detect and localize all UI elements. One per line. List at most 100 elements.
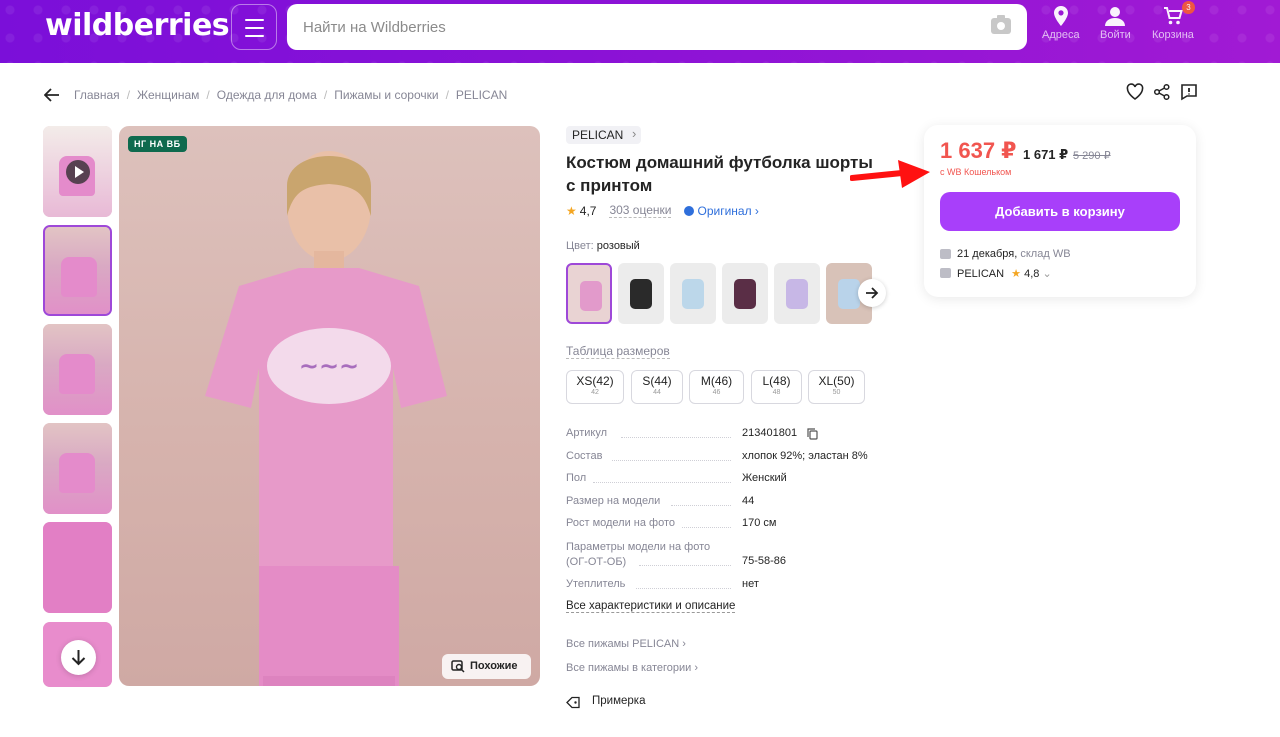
swatch-fill [786,279,808,309]
color-swatch[interactable] [722,263,768,324]
swatches-next-button[interactable] [858,279,886,307]
rating-row: ★ 4,7 303 оценки Оригинал › [566,203,759,218]
swatch-fill [580,281,602,311]
color-swatch[interactable] [670,263,716,324]
brand-chip[interactable]: PELICAN [566,125,642,144]
star-icon: ★ [1011,268,1022,280]
breadcrumb-item[interactable]: Женщинам [137,88,199,102]
star-icon: ★ [566,203,577,218]
cart-button[interactable]: 3 Корзина [1152,1,1195,41]
similar-label: Похожие [470,660,518,672]
spec-key-line2: (ОГ-ОТ-ОБ) [566,556,627,568]
breadcrumb: Главная / Женщинам / Одежда для дома / Пижа… [44,86,507,104]
brand-pajamas-label: Все пижамы PELICAN [566,638,680,650]
breadcrumb-item[interactable]: Пижамы и сорочки [334,88,438,102]
spec-value: 170 см [742,517,777,529]
svg-text:~~~: ~~~ [299,352,359,380]
cart-label: Корзина [1152,29,1194,41]
thumbnail[interactable] [43,324,112,415]
spec-value: нет [742,578,759,590]
brand-pajamas-link[interactable]: Все пижамы PELICAN › [566,638,686,650]
heart-icon[interactable] [1126,83,1144,101]
breadcrumb-item[interactable]: Одежда для дома [217,88,317,102]
delivery-date: 21 декабря, [957,248,1018,260]
color-swatch[interactable] [774,263,820,324]
spec-value: 44 [742,495,755,507]
chevron-down-icon: ⌄ [1042,268,1052,280]
camera-icon[interactable] [991,15,1011,34]
spec-value: Женский [742,472,787,484]
spec-key: Пол [566,472,587,484]
cart-count-badge: 3 [1182,1,1195,14]
search-bar [287,4,1027,50]
product-title: Костюм домашний футболка шорты с принтом [566,153,873,195]
size-table-link[interactable]: Таблица размеров [566,344,670,359]
reviews-link[interactable]: 303 оценки [609,203,672,218]
swatch-fill [682,279,704,309]
user-icon [1105,7,1126,26]
spec-value: 213401801 [742,427,798,439]
thumbnail[interactable] [43,522,112,613]
search-input[interactable] [303,4,963,50]
share-icon[interactable] [1153,83,1171,101]
shop-icon [940,268,951,278]
price-without-wallet: 1 671 ₽ [1023,147,1069,162]
seller-rating: 4,8 [1024,268,1040,280]
price-main: 1 637 ₽ [940,138,1017,163]
color-value: розовый [596,240,640,252]
size-option[interactable]: L(48) 48 [751,370,802,404]
report-icon[interactable] [1180,83,1198,101]
spec-key: Артикул [566,427,608,439]
size-option[interactable]: XL(50) 50 [808,370,865,404]
spec-key: Состав [566,450,603,462]
original-link[interactable]: Оригинал › [684,203,759,218]
thumbnail[interactable] [43,225,112,316]
login-button[interactable]: Войти [1100,6,1131,41]
size-sub: 46 [712,389,721,396]
size-sub: 44 [653,389,661,396]
arrow-right-icon [866,287,879,299]
warehouse-label: склад WB [1020,248,1071,260]
size-label: L(48) [762,374,791,388]
size-option[interactable]: M(46) 46 [689,370,744,404]
breadcrumb-item[interactable]: PELICAN [456,88,507,102]
size-option[interactable]: XS(42) 42 [566,370,624,404]
spec-key: Размер на модели [566,495,661,507]
login-label: Войти [1100,29,1131,41]
color-swatch[interactable] [618,263,664,324]
logo[interactable]: wildberries [45,8,230,43]
swatch-fill [630,279,652,309]
seller-info[interactable]: PELICAN ★ 4,8 ⌄ [940,267,1052,280]
fitting-link[interactable]: Примерка [566,695,646,709]
all-characteristics-link[interactable]: Все характеристики и описание [566,600,736,613]
fitting-label: Примерка [592,695,646,707]
header: wildberries Адреса Войти 3 Корзина [0,0,1280,63]
size-label: M(46) [700,374,733,388]
original-label: Оригинал [697,203,752,218]
location-pin-icon [1053,6,1068,26]
category-pajamas-link[interactable]: Все пижамы в категории › [566,662,698,674]
addresses-button[interactable]: Адреса [1042,6,1080,41]
similar-button[interactable]: Похожие [442,654,531,679]
main-product-image[interactable]: ~~~ НГ НА ВБ Похожие [119,126,540,686]
annotation-arrow-icon [850,160,930,188]
size-option[interactable]: S(44) 44 [631,370,683,404]
color-swatch[interactable] [566,263,612,324]
menu-button[interactable] [231,4,277,50]
category-pajamas-label: Все пижамы в категории [566,662,692,674]
breadcrumb-item[interactable]: Главная [74,88,120,102]
price-box: 1 637 ₽ 1 671 ₽ 5 290 ₽ с WB Кошельком Д… [924,125,1196,297]
spec-key-line1: Параметры модели на фото [566,541,711,553]
spec-key: Утеплитель [566,578,626,590]
add-to-cart-button[interactable]: Добавить в корзину [940,192,1180,231]
back-arrow-icon[interactable] [44,88,60,102]
thumbnail-video[interactable] [43,126,112,217]
scroll-down-button[interactable] [61,640,96,675]
copy-icon[interactable] [807,428,818,440]
spec-value: хлопок 92%; эластан 8% [742,450,868,462]
swatch-fill [734,279,756,309]
swatch-fill [838,279,860,309]
search-similar-icon [451,660,465,673]
size-label: S(44) [642,374,672,388]
thumbnail[interactable] [43,423,112,514]
